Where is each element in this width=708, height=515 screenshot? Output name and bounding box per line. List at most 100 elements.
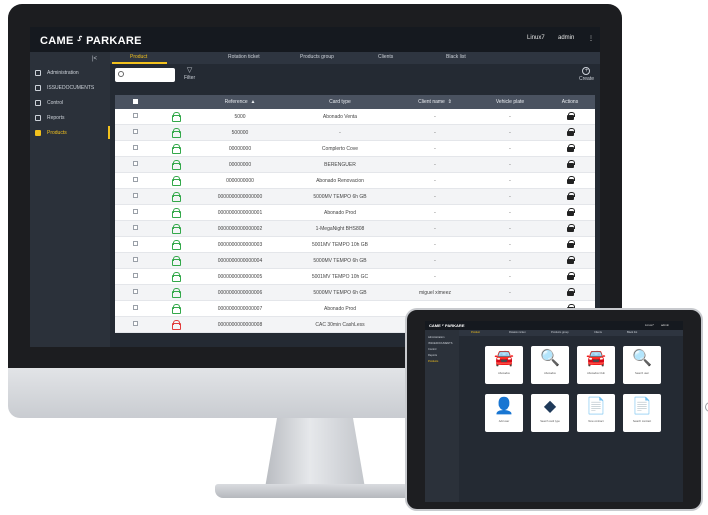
sidebar-item-label: Products bbox=[47, 129, 67, 136]
table-row[interactable]: 0000000000000004 5000MV TEMPO 6h GB - - bbox=[115, 253, 595, 269]
action-lock-icon[interactable] bbox=[545, 159, 595, 170]
table-row[interactable]: 0000000000 Abonado Renovacion - - bbox=[115, 173, 595, 189]
tablet-card-label: Abonados bbox=[498, 372, 510, 375]
tablet-card[interactable]: 📄 Search contract bbox=[623, 394, 661, 432]
table-row[interactable]: 00000000 Complerto Cove - - bbox=[115, 141, 595, 157]
filter-button[interactable]: ▽ Filter bbox=[184, 67, 195, 81]
cell-client-name: - bbox=[434, 113, 436, 120]
row-checkbox[interactable] bbox=[115, 145, 155, 152]
column-header-vehicle-plate[interactable]: Vehicle plate bbox=[475, 99, 545, 105]
tablet-tab[interactable]: Rotation ticket bbox=[509, 331, 525, 334]
action-lock-icon[interactable] bbox=[545, 111, 595, 122]
tab-black-list[interactable]: Black list bbox=[446, 54, 466, 60]
row-checkbox[interactable] bbox=[115, 161, 155, 168]
cell-reference: 0000000000000004 bbox=[217, 257, 263, 264]
action-lock-icon[interactable] bbox=[545, 175, 595, 186]
tablet-card[interactable]: 🔍 Abonados bbox=[531, 346, 569, 384]
table-row[interactable]: 0000000000000003 5001MV TEMPO 10h GB - - bbox=[115, 237, 595, 253]
sidebar-item-administration[interactable]: Administration bbox=[30, 66, 110, 79]
table-row[interactable]: 0000000000000000 5000MV TEMPO 6h GB - - bbox=[115, 189, 595, 205]
tab-products-group[interactable]: Products group bbox=[300, 54, 334, 60]
sidebar-item-products[interactable]: Products bbox=[30, 126, 110, 139]
sidebar-item-label: ISSUEDOCUMENTS bbox=[47, 84, 95, 91]
gear-icon bbox=[35, 69, 41, 76]
tablet-sidebar-item[interactable]: Products bbox=[428, 360, 438, 363]
tab-clients[interactable]: Clients bbox=[378, 54, 393, 60]
tablet-tab[interactable]: Clients bbox=[594, 331, 602, 334]
cell-reference: 0000000000000001 bbox=[217, 209, 263, 216]
tablet-sidebar: Administration ISSUEDOCUMENTS Control Re… bbox=[425, 330, 459, 502]
tablet-card[interactable]: 🚘 Abonados bbox=[485, 346, 523, 384]
cell-card-type: 5000MV TEMPO 6h GB bbox=[313, 193, 367, 200]
row-checkbox[interactable] bbox=[115, 241, 155, 248]
action-lock-icon[interactable] bbox=[545, 271, 595, 282]
action-lock-icon[interactable] bbox=[545, 207, 595, 218]
create-button[interactable]: + Create bbox=[579, 67, 594, 82]
cell-card-type: Abonado Venta bbox=[322, 113, 358, 120]
collapse-sidebar-icon[interactable]: |< bbox=[92, 56, 97, 62]
tablet-card[interactable]: 🔍 Search user bbox=[623, 346, 661, 384]
action-lock-icon[interactable] bbox=[545, 223, 595, 234]
tablet-sidebar-item[interactable]: Reports bbox=[428, 354, 437, 357]
table-row[interactable]: 0000000000000005 5001MV TEMPO 10h GC - - bbox=[115, 269, 595, 285]
row-checkbox[interactable] bbox=[115, 225, 155, 232]
table-row[interactable]: 0000000000000002 1-MegaNight BHS808 - - bbox=[115, 221, 595, 237]
tablet-card[interactable]: 📄 New contract bbox=[577, 394, 615, 432]
cell-reference: 0000000000000002 bbox=[217, 225, 263, 232]
tablet-tab[interactable]: Products group bbox=[551, 331, 569, 334]
table-row[interactable]: 00000000 BERENGUER - - bbox=[115, 157, 595, 173]
table-row[interactable]: 5000 Abonado Venta - - bbox=[115, 109, 595, 125]
sidebar-item-issuedocuments[interactable]: ISSUEDOCUMENTS bbox=[30, 81, 110, 94]
tablet-top-bar: CAME ⸉ PARKARE Linux7 admin bbox=[425, 321, 683, 330]
cell-client-name: - bbox=[434, 129, 436, 136]
table-row[interactable]: 500000 - - - bbox=[115, 125, 595, 141]
tablet-tab[interactable]: Product bbox=[471, 331, 480, 334]
row-checkbox[interactable] bbox=[115, 273, 155, 280]
row-checkbox[interactable] bbox=[115, 113, 155, 120]
action-lock-icon[interactable] bbox=[545, 287, 595, 298]
row-checkbox[interactable] bbox=[115, 321, 155, 328]
row-checkbox[interactable] bbox=[115, 129, 155, 136]
row-checkbox[interactable] bbox=[115, 257, 155, 264]
printer-icon bbox=[35, 84, 41, 91]
select-all-checkbox[interactable] bbox=[115, 98, 155, 106]
cell-card-type: Complerto Cove bbox=[321, 145, 359, 152]
action-lock-icon[interactable] bbox=[545, 255, 595, 266]
tab-rotation-ticket[interactable]: Rotation ticket bbox=[228, 54, 260, 60]
toolbar: ▽ Filter + Create bbox=[110, 64, 600, 88]
action-lock-icon[interactable] bbox=[545, 143, 595, 154]
filter-icon: ▽ bbox=[186, 67, 193, 74]
sidebar-item-reports[interactable]: Reports bbox=[30, 111, 110, 124]
tablet-card[interactable]: ◆ Search card type bbox=[531, 394, 569, 432]
tablet-card[interactable]: 🚘 Abonados Club bbox=[577, 346, 615, 384]
column-header-client-name[interactable]: Client name ⇕ bbox=[395, 99, 475, 105]
row-checkbox[interactable] bbox=[115, 209, 155, 216]
cell-vehicle-plate: - bbox=[509, 241, 511, 248]
action-lock-icon[interactable] bbox=[545, 191, 595, 202]
tablet-sidebar-item[interactable]: ISSUEDOCUMENTS bbox=[428, 342, 453, 345]
sidebar-item-control[interactable]: Control bbox=[30, 96, 110, 109]
kebab-menu-icon[interactable]: ⋮ bbox=[588, 35, 594, 42]
action-lock-icon[interactable] bbox=[545, 127, 595, 138]
search-input[interactable] bbox=[115, 68, 175, 82]
tab-product[interactable]: Product bbox=[130, 54, 147, 60]
row-checkbox[interactable] bbox=[115, 289, 155, 296]
table-row[interactable]: 0000000000000001 Abonado Prod - - bbox=[115, 205, 595, 221]
row-checkbox[interactable] bbox=[115, 305, 155, 312]
user-menu[interactable]: admin bbox=[558, 35, 574, 41]
tablet-card[interactable]: 👤 Add user bbox=[485, 394, 523, 432]
top-bar: CAME ⸉ PARKARE Linux7 admin ⋮ bbox=[30, 27, 600, 52]
car-plus-icon: 🚘 bbox=[586, 350, 606, 367]
column-header-reference[interactable]: Reference ▲ bbox=[195, 99, 285, 105]
action-lock-icon[interactable] bbox=[545, 239, 595, 250]
tablet-sidebar-item[interactable]: Control bbox=[428, 348, 436, 351]
column-header-card-type[interactable]: Card type bbox=[285, 99, 395, 105]
row-checkbox[interactable] bbox=[115, 177, 155, 184]
row-checkbox[interactable] bbox=[115, 193, 155, 200]
status-lock-icon bbox=[155, 319, 195, 330]
tablet-tab[interactable]: Black list bbox=[627, 331, 637, 334]
tablet-user[interactable]: admin bbox=[661, 323, 669, 327]
table-row[interactable]: 0000000000000006 5000MV TEMPO 6h GB miguel… bbox=[115, 285, 595, 301]
tablet-sidebar-item[interactable]: Administration bbox=[428, 336, 444, 339]
cell-client-name: - bbox=[434, 145, 436, 152]
